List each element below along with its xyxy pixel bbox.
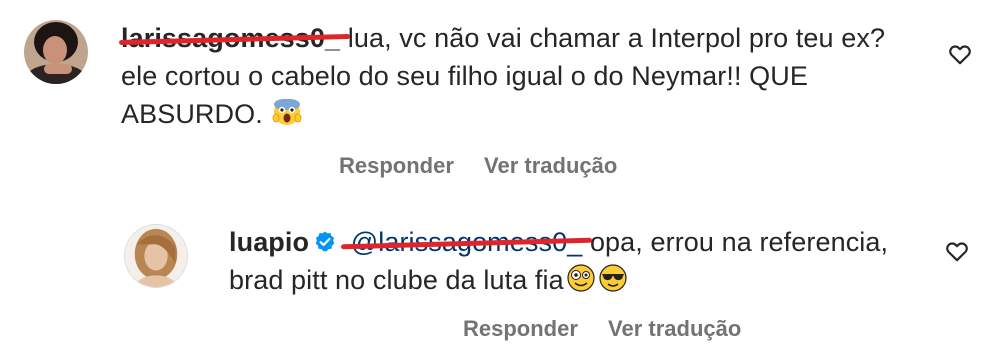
see-translation-button[interactable]: Ver tradução: [608, 316, 741, 341]
scream-emoji: [272, 97, 302, 127]
comment-1-username[interactable]: larissagomess0_: [118, 23, 350, 53]
comment-1-line2: ele cortou o cabelo do seu filho igual o…: [121, 61, 808, 91]
zany-face-emoji: [566, 263, 596, 293]
verified-badge-icon: [313, 230, 337, 254]
comment-1-actions: Responder Ver tradução: [339, 153, 641, 179]
reply-button[interactable]: Responder: [339, 153, 454, 178]
see-translation-button[interactable]: Ver tradução: [484, 153, 617, 178]
comment-1-line3: ABSURDO.: [121, 99, 263, 129]
comment-1-line1: lua, vc não vai chamar a Interpol pro te…: [347, 23, 886, 53]
comment-2-actions: Responder Ver tradução: [463, 316, 765, 342]
mention-link[interactable]: @larissagomess0_: [341, 227, 592, 257]
avatar[interactable]: [124, 224, 188, 288]
reply-button[interactable]: Responder: [463, 316, 578, 341]
sunglasses-emoji: [598, 263, 628, 293]
heart-outline-icon[interactable]: [944, 238, 970, 264]
comment-2-line1: opa, errou na referencia,: [589, 227, 889, 257]
comment-2-line2: brad pitt no clube da luta fia: [229, 265, 564, 295]
comment-1-text: larissagomess0_ lua, vc não vai chamar a…: [118, 19, 921, 133]
comment-2-text: luapio @larissagomess0_ opa, errou na re…: [229, 223, 929, 299]
avatar[interactable]: [24, 20, 88, 84]
comment-2-username[interactable]: luapio: [229, 227, 309, 257]
heart-outline-icon[interactable]: [947, 41, 973, 67]
